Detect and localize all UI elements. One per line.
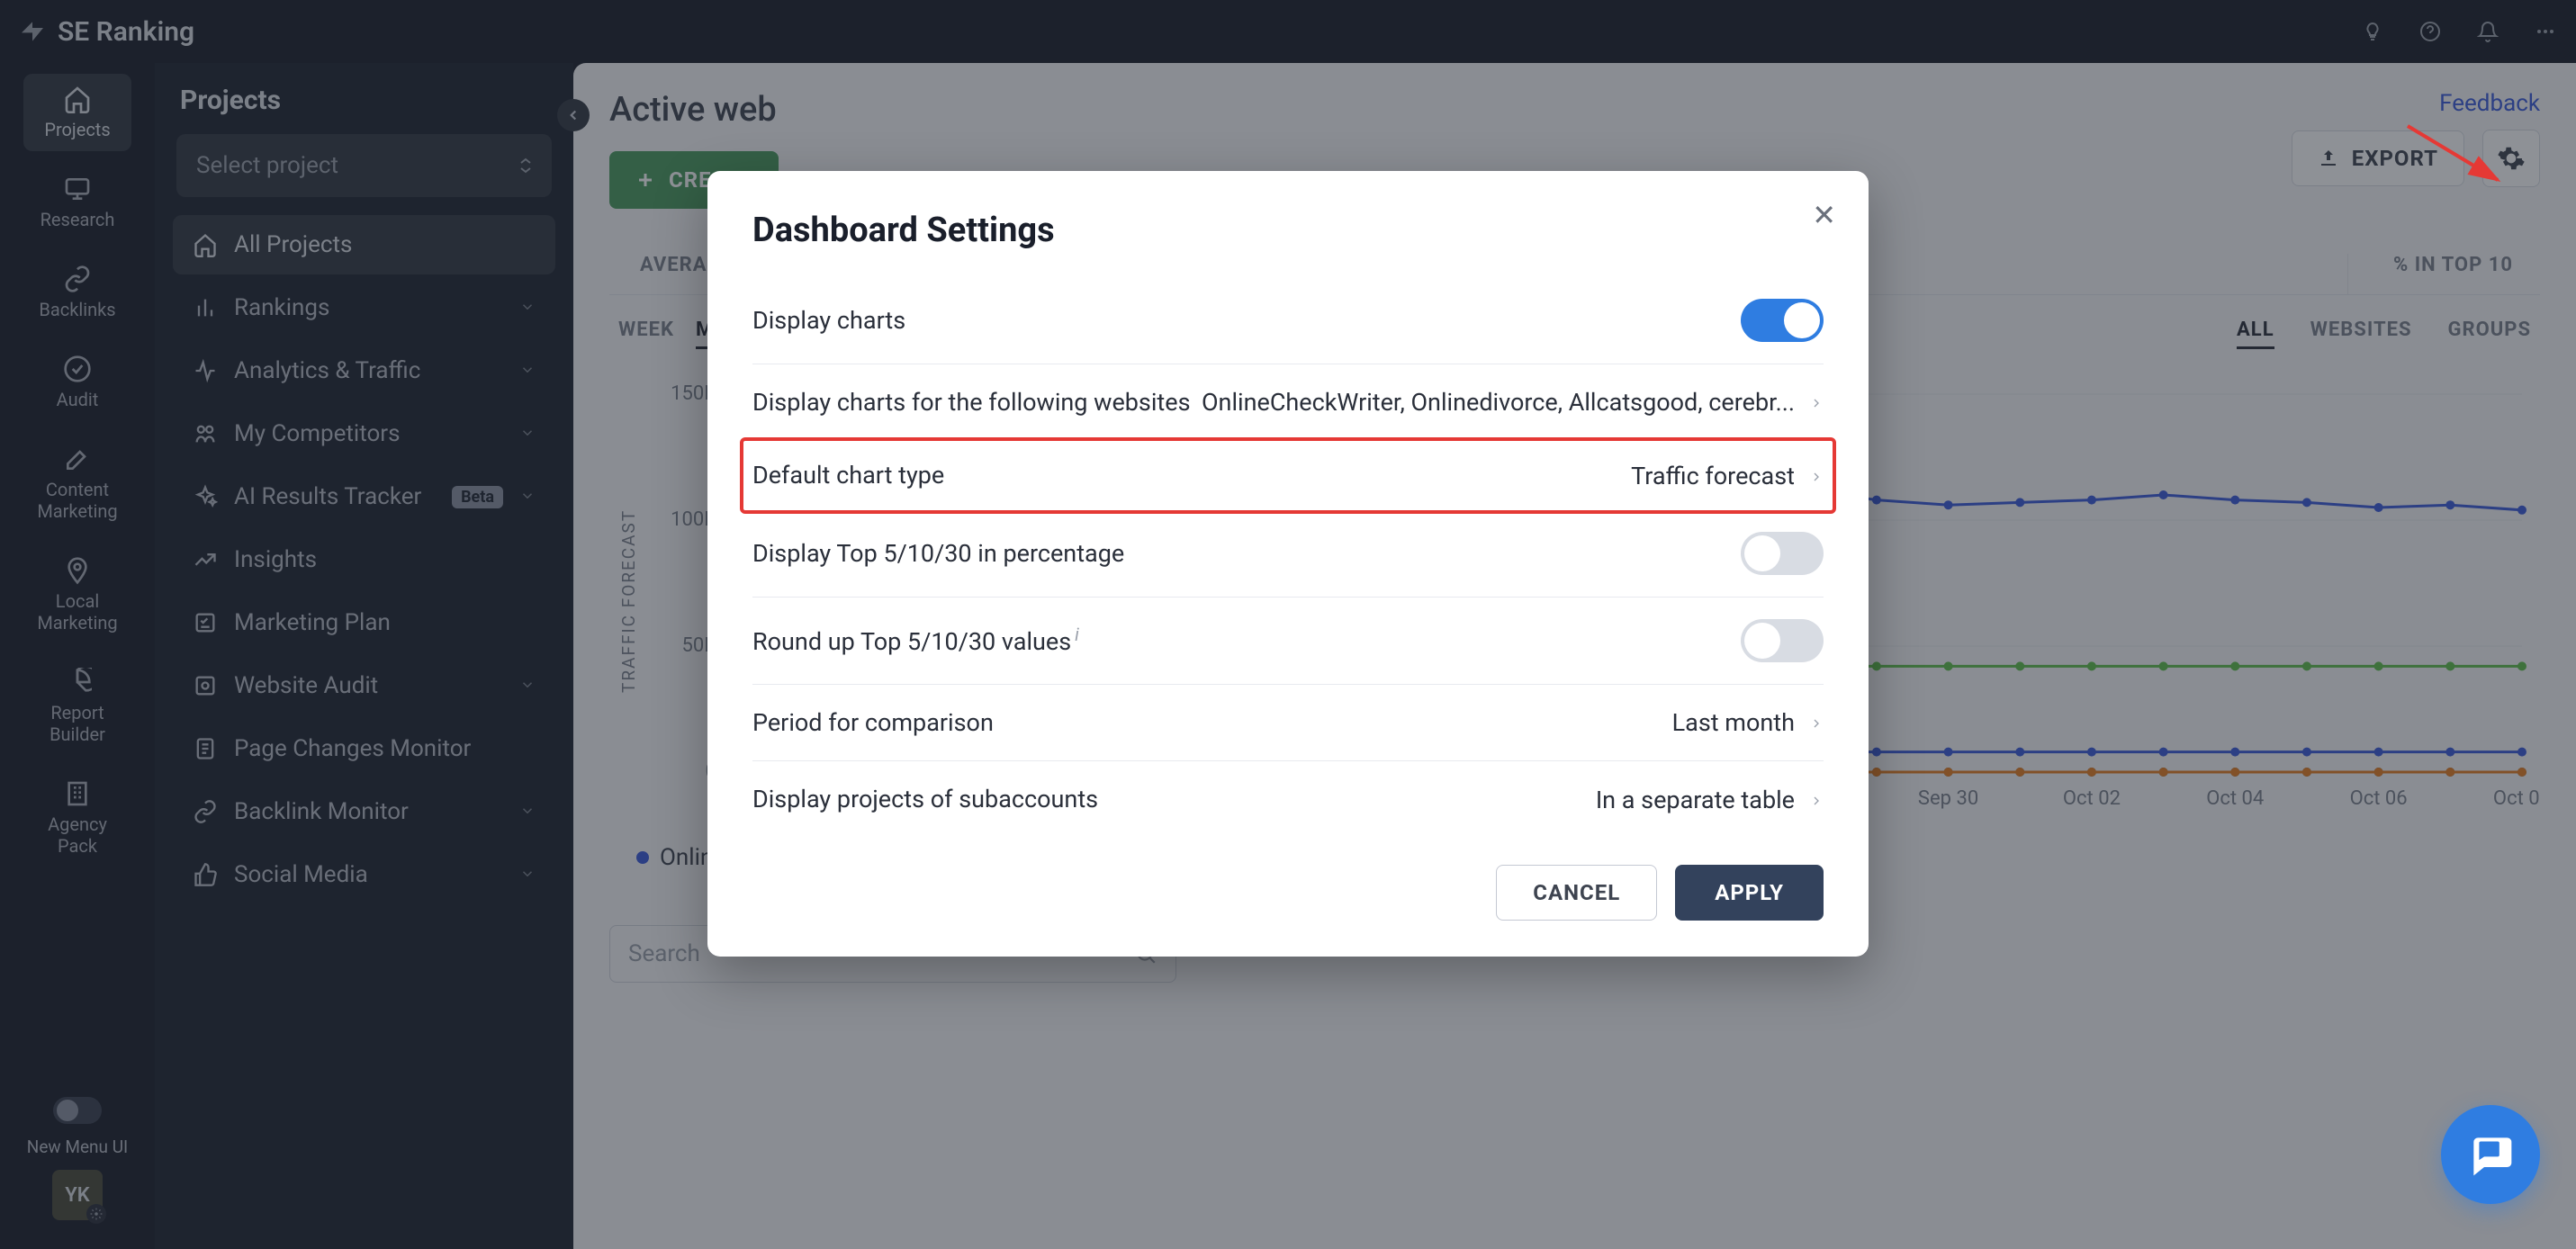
chevron-right-icon (1809, 786, 1824, 814)
setting-display-top-5-10-30-in-percentage[interactable]: Display Top 5/10/30 in percentage (752, 510, 1824, 598)
apply-button[interactable]: APPLY (1675, 865, 1824, 921)
toggle-switch[interactable] (1741, 532, 1824, 575)
setting-period-for-comparison[interactable]: Period for comparisonLast month (752, 685, 1824, 761)
modal-title: Dashboard Settings (752, 211, 1824, 250)
toggle-switch[interactable] (1741, 619, 1824, 662)
modal-close-button[interactable]: ✕ (1812, 198, 1836, 232)
setting-round-up-top-5-10-30-values[interactable]: Round up Top 5/10/30 valuesi (752, 598, 1824, 685)
setting-display-charts-for-the-following-websites[interactable]: Display charts for the following website… (752, 364, 1824, 441)
chevron-right-icon (1809, 708, 1824, 737)
chat-fab[interactable] (2441, 1105, 2540, 1204)
chevron-right-icon (1809, 462, 1824, 490)
info-icon[interactable]: i (1075, 624, 1079, 645)
setting-display-charts[interactable]: Display charts (752, 277, 1824, 364)
setting-display-projects-of-subaccounts[interactable]: Display projects of subaccountsIn a sepa… (752, 761, 1824, 837)
cancel-button[interactable]: CANCEL (1496, 865, 1657, 921)
toggle-switch[interactable] (1741, 299, 1824, 342)
setting-default-chart-type[interactable]: Default chart typeTraffic forecast (740, 437, 1836, 513)
chevron-right-icon (1809, 388, 1824, 417)
dashboard-settings-modal: ✕ Dashboard Settings Display chartsDispl… (707, 171, 1869, 957)
